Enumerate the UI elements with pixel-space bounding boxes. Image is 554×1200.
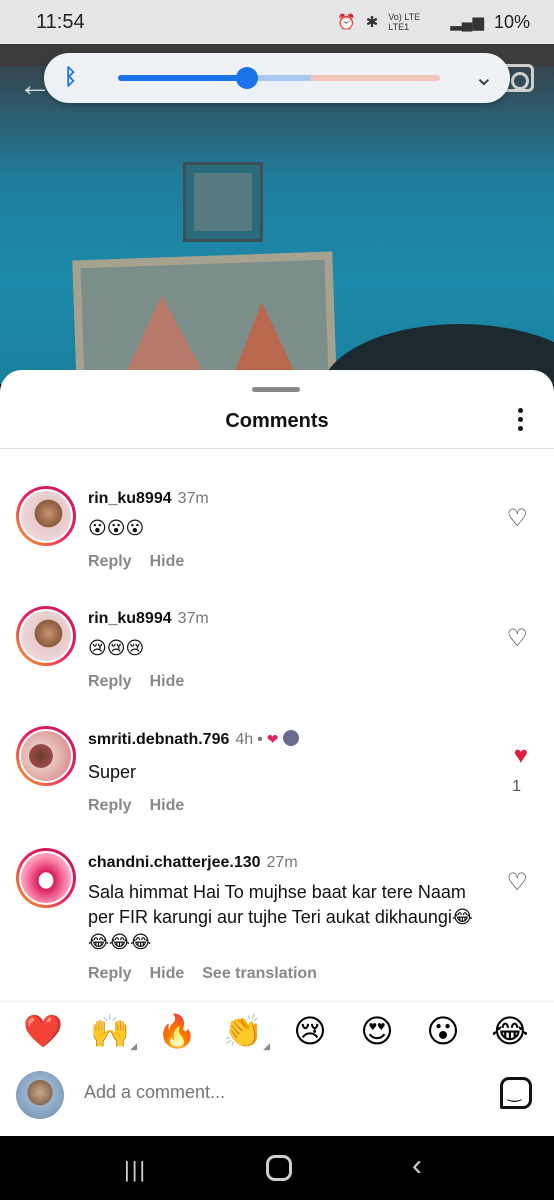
reaction-laughing-emoji[interactable]: 😂 bbox=[489, 1012, 531, 1050]
reaction-crying-emoji[interactable]: 😢 bbox=[289, 1012, 331, 1050]
avatar[interactable] bbox=[16, 726, 76, 786]
reaction-heart-eyes-emoji[interactable]: 😍 bbox=[356, 1012, 398, 1050]
comment-username[interactable]: chandni.chatterjee.130 bbox=[88, 854, 261, 871]
sticker-icon[interactable] bbox=[500, 1077, 532, 1109]
reaction-heart-emoji[interactable]: ❤️ bbox=[22, 1012, 64, 1050]
comment-text: 😮😮😮 bbox=[88, 518, 145, 538]
separator-dot: • bbox=[257, 731, 263, 748]
reaction-surprised-emoji[interactable]: 😮 bbox=[422, 1012, 464, 1050]
comment-input[interactable] bbox=[84, 1082, 464, 1103]
reaction-raised-hands-glyph: 🙌 bbox=[90, 1013, 130, 1049]
sheet-title: Comments bbox=[225, 410, 329, 432]
comment-text: Sala himmat Hai To mujhse baat kar tere … bbox=[88, 882, 473, 952]
volume-slider[interactable] bbox=[118, 67, 440, 89]
comment-time: 27m bbox=[266, 854, 298, 871]
reaction-clap-glyph: 👏 bbox=[223, 1013, 263, 1049]
hide-button[interactable]: Hide bbox=[150, 965, 185, 982]
wall-poster bbox=[183, 162, 263, 242]
comment-header: rin_ku8994 37m bbox=[88, 610, 209, 628]
title-divider bbox=[0, 448, 554, 449]
avatar[interactable] bbox=[16, 848, 76, 908]
reply-button[interactable]: Reply bbox=[88, 965, 132, 982]
comment-actions: Reply Hide bbox=[88, 673, 202, 691]
comment-username[interactable]: rin_ku8994 bbox=[88, 490, 172, 507]
avatar[interactable] bbox=[16, 486, 76, 546]
avatar[interactable] bbox=[16, 606, 76, 666]
volume-panel: ᛒ ⌄ bbox=[44, 53, 510, 103]
bluetooth-icon[interactable]: ᛒ bbox=[64, 64, 77, 90]
wall-hanging bbox=[72, 251, 338, 384]
heart-filled-icon[interactable]: ♥ bbox=[514, 742, 528, 770]
hide-button[interactable]: Hide bbox=[150, 673, 185, 690]
reply-button[interactable]: Reply bbox=[88, 797, 132, 814]
comment-composer bbox=[0, 1063, 554, 1136]
volume-slider-fill bbox=[118, 75, 247, 81]
more-vertical-icon[interactable] bbox=[510, 408, 530, 434]
back-button[interactable]: ‹ bbox=[412, 1149, 422, 1183]
comment-username[interactable]: rin_ku8994 bbox=[88, 610, 172, 627]
see-translation-button[interactable]: See translation bbox=[202, 965, 317, 982]
heart-outline-icon[interactable]: ♡ bbox=[506, 504, 528, 533]
system-nav-bar: ||| ‹ bbox=[0, 1136, 554, 1200]
author-liked-heart-icon: ❤ bbox=[266, 731, 279, 747]
comment-time: 37m bbox=[177, 610, 209, 627]
comment-header: chandni.chatterjee.130 27m bbox=[88, 854, 298, 872]
recent-apps-button[interactable]: ||| bbox=[124, 1157, 147, 1183]
status-time: 11:54 bbox=[36, 10, 85, 33]
comment-actions: Reply Hide bbox=[88, 553, 202, 571]
network-indicator: Vo) LTE LTE1 bbox=[388, 12, 421, 32]
reaction-clap-emoji[interactable]: 👏 ◢ bbox=[222, 1012, 270, 1051]
alarm-icon: ⏰ bbox=[337, 14, 356, 31]
comment-text: Super bbox=[88, 762, 137, 782]
comment-actions: Reply Hide See translation bbox=[88, 965, 335, 983]
status-bar: 11:54 ⏰ ✱ Vo) LTE LTE1 ▂▄▆ 10% bbox=[0, 0, 554, 44]
heart-outline-icon[interactable]: ♡ bbox=[506, 868, 528, 897]
quick-reactions-bar: ❤️ 🙌 ◢ 🔥 👏 ◢ 😢 😍 😮 😂 bbox=[0, 1001, 554, 1063]
my-avatar bbox=[16, 1071, 64, 1119]
signal-icon: ▂▄▆ bbox=[450, 14, 484, 31]
hide-button[interactable]: Hide bbox=[150, 797, 185, 814]
reply-button[interactable]: Reply bbox=[88, 673, 132, 690]
reaction-fire-emoji[interactable]: 🔥 bbox=[156, 1012, 198, 1050]
comment-header: smriti.debnath.796 4h • ❤ bbox=[88, 730, 299, 749]
author-mini-avatar bbox=[282, 730, 299, 746]
home-button[interactable] bbox=[266, 1155, 292, 1181]
heart-outline-icon[interactable]: ♡ bbox=[506, 624, 528, 653]
status-icons: ⏰ ✱ Vo) LTE LTE1 ▂▄▆ 10% bbox=[337, 12, 530, 33]
battery-level: 10% bbox=[493, 11, 530, 32]
drag-handle[interactable] bbox=[252, 387, 300, 392]
comment-time: 37m bbox=[177, 490, 209, 507]
bluetooth-status-icon: ✱ bbox=[365, 14, 379, 31]
volume-slider-thumb[interactable] bbox=[235, 67, 258, 89]
comment-text: 😢😢😢 bbox=[88, 638, 145, 658]
skin-tone-indicator: ◢ bbox=[263, 1041, 270, 1051]
comment-header: rin_ku8994 37m bbox=[88, 490, 209, 508]
reaction-raised-hands-emoji[interactable]: 🙌 ◢ bbox=[89, 1012, 137, 1051]
comment-actions: Reply Hide bbox=[88, 797, 202, 815]
comment-username[interactable]: smriti.debnath.796 bbox=[88, 731, 229, 748]
skin-tone-indicator: ◢ bbox=[130, 1041, 137, 1051]
chevron-down-icon[interactable]: ⌄ bbox=[474, 63, 494, 92]
hide-button[interactable]: Hide bbox=[150, 553, 185, 570]
like-count: 1 bbox=[512, 778, 521, 795]
reply-button[interactable]: Reply bbox=[88, 553, 132, 570]
comment-time: 4h bbox=[235, 731, 254, 748]
